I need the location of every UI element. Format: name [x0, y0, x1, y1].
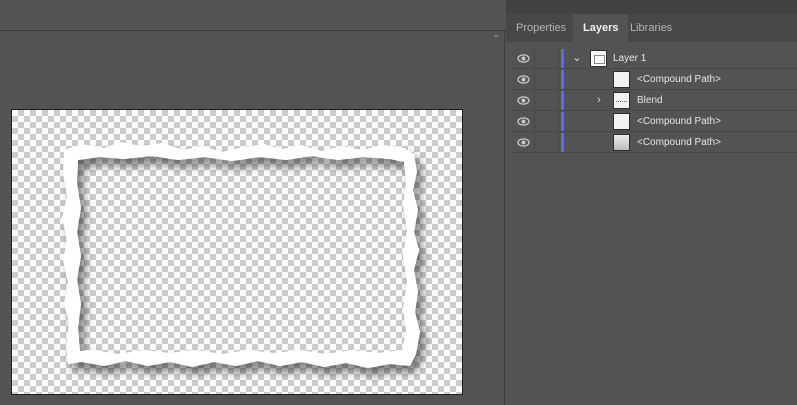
layer-name: Blend [637, 95, 663, 106]
lock-toggle[interactable] [536, 69, 559, 90]
panel-header [506, 0, 797, 14]
chevron-down-icon[interactable]: ⌄ [570, 51, 584, 65]
visibility-toggle[interactable] [512, 48, 535, 69]
chevron-right-icon[interactable]: › [592, 93, 606, 107]
layer-color-bar [561, 133, 564, 152]
visibility-toggle[interactable] [512, 111, 535, 132]
layer-name: <Compound Path> [637, 137, 721, 148]
layer-thumbnail [590, 50, 607, 67]
vertical-scrollbar[interactable]: ⌃ [488, 31, 505, 405]
layer-row-compound-path[interactable]: <Compound Path> [512, 132, 797, 153]
layer-color-bar [561, 70, 564, 89]
tab-libraries[interactable]: Libraries [620, 14, 682, 42]
lock-toggle[interactable] [536, 48, 559, 69]
lock-toggle[interactable] [536, 90, 559, 111]
eye-icon[interactable] [517, 74, 530, 85]
layer-thumbnail [613, 134, 630, 151]
layer-color-bar [561, 91, 564, 110]
visibility-toggle[interactable] [512, 69, 535, 90]
layer-name: Layer 1 [613, 53, 647, 64]
tab-properties[interactable]: Properties [506, 14, 578, 42]
chevron-up-icon[interactable]: ⌃ [491, 34, 502, 45]
layers-panel: Properties Layers Libraries ⌄ Layer 1 <C… [506, 0, 797, 405]
eye-icon[interactable] [517, 53, 530, 64]
torn-paper-artwork [62, 142, 420, 368]
panel-tabs: Properties Layers Libraries [506, 14, 797, 42]
layer-color-bar [561, 112, 564, 131]
visibility-toggle[interactable] [512, 132, 535, 153]
eye-icon[interactable] [517, 95, 530, 106]
artboard[interactable] [11, 109, 463, 395]
layer-name: <Compound Path> [637, 116, 721, 127]
layer-row-layer-1[interactable]: ⌄ Layer 1 [512, 48, 797, 69]
eye-icon[interactable] [517, 116, 530, 127]
layers-list: ⌄ Layer 1 <Compound Path> › Blend <Compo… [512, 48, 797, 153]
layer-thumbnail [613, 92, 630, 109]
lock-toggle[interactable] [536, 111, 559, 132]
canvas-area[interactable] [0, 31, 488, 405]
layer-color-bar [561, 49, 564, 68]
layer-row-compound-path[interactable]: <Compound Path> [512, 69, 797, 90]
layer-thumbnail [613, 113, 630, 130]
layer-row-blend[interactable]: › Blend [512, 90, 797, 111]
visibility-toggle[interactable] [512, 90, 535, 111]
lock-toggle[interactable] [536, 132, 559, 153]
layer-name: <Compound Path> [637, 74, 721, 85]
eye-icon[interactable] [517, 137, 530, 148]
layer-thumbnail [613, 71, 630, 88]
layer-row-compound-path[interactable]: <Compound Path> [512, 111, 797, 132]
